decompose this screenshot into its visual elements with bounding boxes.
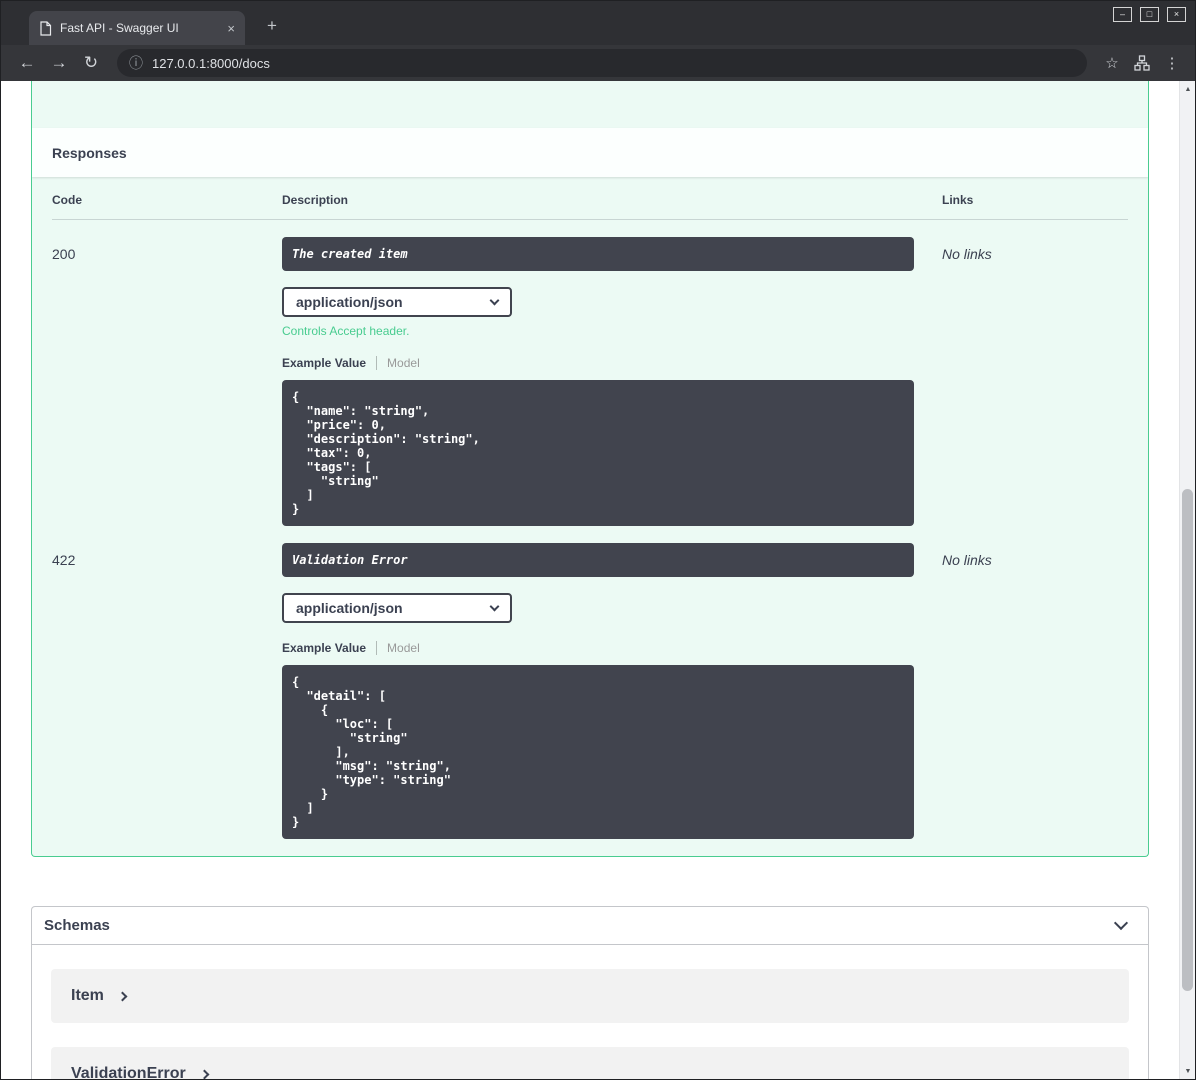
model-title: Item (71, 987, 104, 1004)
chevron-down-icon (489, 601, 500, 611)
responses-table-header: Code Description Links (52, 193, 1128, 220)
tab-title: Fast API - Swagger UI (60, 21, 179, 35)
example-json-block: { "name": "string", "price": 0, "descrip… (282, 380, 914, 526)
response-links: No links (942, 246, 992, 262)
col-header-links: Links (942, 193, 974, 207)
response-code: 200 (52, 246, 76, 262)
page-content: Responses Code Description Links 200 The… (1, 81, 1195, 1079)
address-bar[interactable]: ⓘ 127.0.0.1:8000/docs (117, 49, 1087, 77)
reload-button[interactable]: ↻ (77, 49, 105, 77)
responses-table: Code Description Links 200 The created i… (32, 177, 1148, 856)
tab-divider (376, 641, 378, 655)
content-type-value: application/json (296, 294, 403, 310)
close-button[interactable]: × (1167, 7, 1186, 22)
response-description-cell: The created item application/json Contro… (282, 237, 942, 526)
content-type-select[interactable]: application/json (282, 287, 512, 317)
responses-title: Responses (52, 144, 127, 161)
schemas-header[interactable]: Schemas (32, 907, 1148, 945)
content-type-value: application/json (296, 600, 403, 616)
tab-example-value[interactable]: Example Value (282, 356, 366, 370)
back-button[interactable]: ← (13, 49, 41, 77)
opblock-spacer (32, 81, 1148, 128)
site-info-icon[interactable]: ⓘ (129, 53, 143, 73)
response-links: No links (942, 552, 992, 568)
col-header-code: Code (52, 193, 82, 207)
model-row-validationerror[interactable]: ValidationError (51, 1047, 1129, 1079)
chevron-down-icon (489, 295, 500, 305)
responses-opblock: Responses Code Description Links 200 The… (31, 81, 1149, 857)
controls-accept-note: Controls Accept header. (282, 324, 410, 338)
bookmark-star-icon[interactable]: ☆ (1099, 50, 1125, 76)
example-model-tabs: Example Value Model (282, 641, 942, 655)
window-controls: – □ × (1113, 7, 1186, 22)
schemas-body: Item ValidationError (32, 945, 1148, 1079)
tab-divider (376, 356, 378, 370)
tab-example-value[interactable]: Example Value (282, 641, 366, 655)
tab-model[interactable]: Model (387, 356, 420, 370)
forward-button[interactable]: → (45, 49, 73, 77)
model-title: ValidationError (71, 1065, 186, 1079)
browser-toolbar: ← → ↻ ⓘ 127.0.0.1:8000/docs ☆ ⋮ (1, 45, 1195, 81)
url-text: 127.0.0.1:8000/docs (152, 55, 270, 71)
scroll-up-icon[interactable]: ▲ (1180, 81, 1195, 97)
chevron-right-icon (199, 1069, 210, 1079)
minimize-button[interactable]: – (1113, 7, 1132, 22)
example-model-tabs: Example Value Model (282, 356, 942, 370)
chevron-right-icon (117, 991, 128, 1001)
response-code: 422 (52, 552, 76, 568)
schemas-section: Schemas Item ValidationError (31, 906, 1149, 1079)
window-titlebar: Fast API - Swagger UI × + – □ × (1, 1, 1195, 45)
collapse-chevron-icon[interactable] (1113, 915, 1129, 931)
content-type-select[interactable]: application/json (282, 593, 512, 623)
example-json-block: { "detail": [ { "loc": [ "string" ], "ms… (282, 665, 914, 839)
scroll-down-icon[interactable]: ▼ (1180, 1063, 1195, 1079)
schemas-title: Schemas (44, 917, 110, 934)
menu-dots-icon[interactable]: ⋮ (1159, 50, 1185, 76)
maximize-button[interactable]: □ (1140, 7, 1159, 22)
response-description-cell: Validation Error application/json Exampl… (282, 543, 942, 839)
flowchart-icon[interactable] (1129, 50, 1155, 76)
response-description: Validation Error (282, 543, 914, 577)
new-tab-button[interactable]: + (261, 15, 283, 37)
response-description: The created item (282, 237, 914, 271)
browser-window: Fast API - Swagger UI × + – □ × ← → ↻ ⓘ … (0, 0, 1196, 1080)
response-row-200: 200 The created item application/json Co… (52, 220, 1128, 526)
col-header-description: Description (282, 193, 349, 207)
responses-section-header: Responses (32, 128, 1148, 177)
response-row-422: 422 Validation Error application/json Ex… (52, 526, 1128, 839)
browser-tab[interactable]: Fast API - Swagger UI × (29, 11, 245, 45)
scrollbar-thumb[interactable] (1182, 489, 1193, 991)
tab-close-icon[interactable]: × (227, 22, 235, 35)
page-icon (40, 20, 52, 36)
page-scrollbar[interactable]: ▲ ▼ (1179, 81, 1195, 1079)
model-row-item[interactable]: Item (51, 969, 1129, 1023)
tab-model[interactable]: Model (387, 641, 420, 655)
